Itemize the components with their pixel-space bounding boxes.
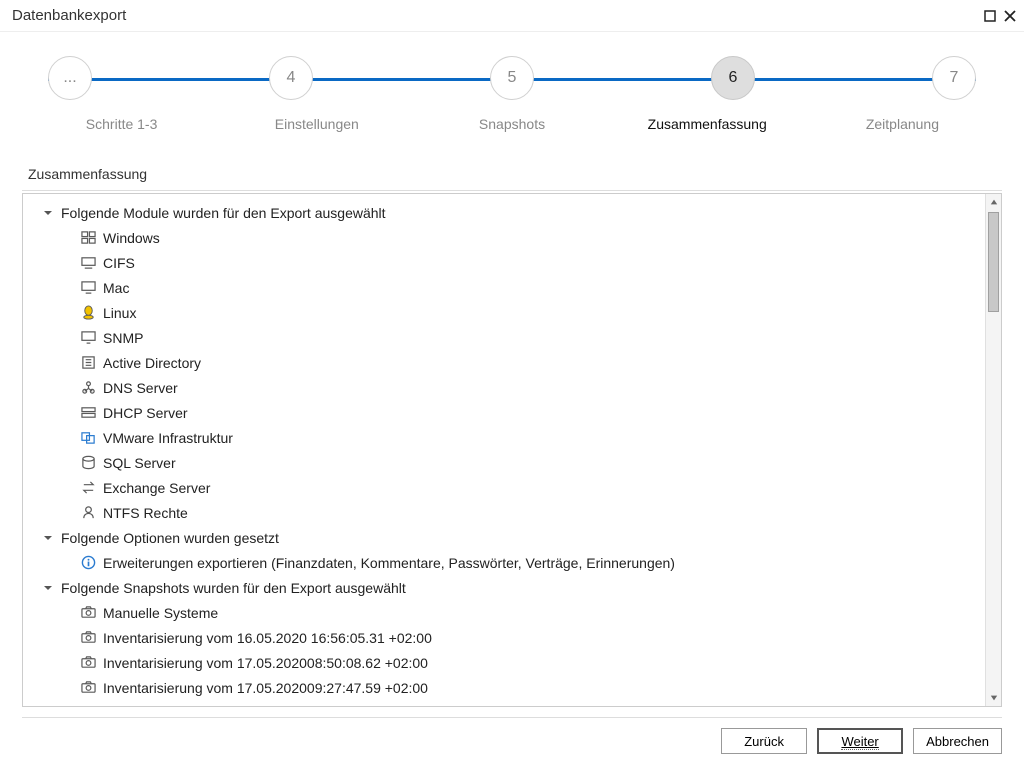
snapshot-icon <box>79 655 97 671</box>
snapshot-icon <box>79 630 97 646</box>
snapshot-icon <box>79 680 97 696</box>
tree-item-label: NTFS Rechte <box>103 505 188 521</box>
ad-icon <box>79 355 97 371</box>
tree-item[interactable]: CIFS <box>41 250 985 275</box>
tree-section-header[interactable]: Folgende Module wurden für den Export au… <box>41 200 985 225</box>
tree-item[interactable]: Linux <box>41 300 985 325</box>
step-circle-3[interactable]: 5 <box>490 56 534 100</box>
summary-panel: Folgende Module wurden für den Export au… <box>22 193 1002 707</box>
tree-item[interactable]: NTFS Rechte <box>41 500 985 525</box>
next-button[interactable]: Weiter <box>817 728 903 754</box>
tree-item[interactable]: SQL Server <box>41 450 985 475</box>
window-title: Datenbankexport <box>12 7 980 24</box>
summary-tree: Folgende Module wurden für den Export au… <box>23 194 985 706</box>
tree-item-label: Linux <box>103 305 136 321</box>
tree-section-label: Folgende Snapshots wurden für den Export… <box>61 580 406 596</box>
step-label-2: Einstellungen <box>219 116 414 132</box>
tree-item-label: SNMP <box>103 330 143 346</box>
vertical-scrollbar[interactable] <box>985 194 1001 706</box>
tree-item-label: Inventarisierung vom 16.05.2020 16:56:05… <box>103 630 432 646</box>
exchange-icon <box>79 480 97 496</box>
titlebar: Datenbankexport <box>0 0 1024 32</box>
tree-item-label: SQL Server <box>103 455 176 471</box>
info-icon <box>79 555 97 571</box>
titlebar-buttons <box>980 6 1020 26</box>
step-label-1: Schritte 1-3 <box>24 116 219 132</box>
tree-item-label: Active Directory <box>103 355 201 371</box>
tree-item-label: CIFS <box>103 255 135 271</box>
tree-item[interactable]: Manuelle Systeme <box>41 600 985 625</box>
step-label-3: Snapshots <box>414 116 609 132</box>
tree-item[interactable]: Inventarisierung vom 17.05.202009:27:47.… <box>41 675 985 700</box>
tree-item-label: Windows <box>103 230 160 246</box>
tree-item[interactable]: Exchange Server <box>41 475 985 500</box>
tree-item-label: Manuelle Systeme <box>103 605 218 621</box>
tree-item[interactable]: Inventarisierung vom 17.05.202008:50:08.… <box>41 650 985 675</box>
back-button[interactable]: Zurück <box>721 728 807 754</box>
tree-section-label: Folgende Optionen wurden gesetzt <box>61 530 279 546</box>
cancel-button[interactable]: Abbrechen <box>913 728 1002 754</box>
tree-item[interactable]: Erweiterungen exportieren (Finanzdaten, … <box>41 550 985 575</box>
tree-item[interactable]: Inventarisierung vom 16.05.2020 16:56:05… <box>41 625 985 650</box>
wizard-stepper: ... 4 5 6 7 Schritte 1-3EinstellungenSnapsho… <box>0 56 1024 132</box>
close-icon <box>1004 10 1016 22</box>
tree-item-label: Inventarisierung vom 17.05.202008:50:08.… <box>103 655 428 671</box>
dns-icon <box>79 380 97 396</box>
snmp-icon <box>79 330 97 346</box>
mac-icon <box>79 280 97 296</box>
vmware-icon <box>79 430 97 446</box>
tree-item-label: Erweiterungen exportieren (Finanzdaten, … <box>103 555 675 571</box>
tree-item-label: Exchange Server <box>103 480 210 496</box>
close-button[interactable] <box>1000 6 1020 26</box>
divider <box>22 190 1002 191</box>
chevron-down-icon <box>41 206 55 220</box>
step-circle-2[interactable]: 4 <box>269 56 313 100</box>
step-circle-5[interactable]: 7 <box>932 56 976 100</box>
step-label-5: Zeitplanung <box>805 116 1000 132</box>
scroll-thumb[interactable] <box>988 212 999 312</box>
maximize-button[interactable] <box>980 6 1000 26</box>
chevron-down-icon <box>41 581 55 595</box>
cifs-icon <box>79 255 97 271</box>
step-circle-1[interactable]: ... <box>48 56 92 100</box>
step-label-4: Zusammenfassung <box>610 116 805 132</box>
chevron-down-icon <box>41 531 55 545</box>
tree-item-label: DHCP Server <box>103 405 188 421</box>
tree-item[interactable]: Mac <box>41 275 985 300</box>
tree-item-label: DNS Server <box>103 380 178 396</box>
tree-item[interactable]: VMware Infrastruktur <box>41 425 985 450</box>
sql-icon <box>79 455 97 471</box>
wizard-footer: Zurück Weiter Abbrechen <box>0 718 1024 768</box>
tree-item[interactable]: Windows <box>41 225 985 250</box>
tree-item[interactable]: DHCP Server <box>41 400 985 425</box>
tree-item-label: Mac <box>103 280 129 296</box>
maximize-icon <box>984 10 996 22</box>
tree-section-label: Folgende Module wurden für den Export au… <box>61 205 386 221</box>
wizard-window: Datenbankexport ... 4 5 6 7 Schritte 1-3Eins… <box>0 0 1024 768</box>
tree-item[interactable]: Active Directory <box>41 350 985 375</box>
snapshot-icon <box>79 605 97 621</box>
ntfs-icon <box>79 505 97 521</box>
windows-icon <box>79 230 97 246</box>
step-circle-4[interactable]: 6 <box>711 56 755 100</box>
tree-item[interactable]: SNMP <box>41 325 985 350</box>
tree-section-header[interactable]: Folgende Snapshots wurden für den Export… <box>41 575 985 600</box>
dhcp-icon <box>79 405 97 421</box>
linux-icon <box>79 305 97 321</box>
tree-item[interactable]: DNS Server <box>41 375 985 400</box>
scroll-up-button[interactable] <box>986 194 1002 210</box>
tree-section-header[interactable]: Folgende Optionen wurden gesetzt <box>41 525 985 550</box>
scroll-down-button[interactable] <box>986 690 1002 706</box>
tree-item-label: Inventarisierung vom 17.05.202009:27:47.… <box>103 680 428 696</box>
tree-item-label: VMware Infrastruktur <box>103 430 233 446</box>
section-title: Zusammenfassung <box>28 166 996 182</box>
